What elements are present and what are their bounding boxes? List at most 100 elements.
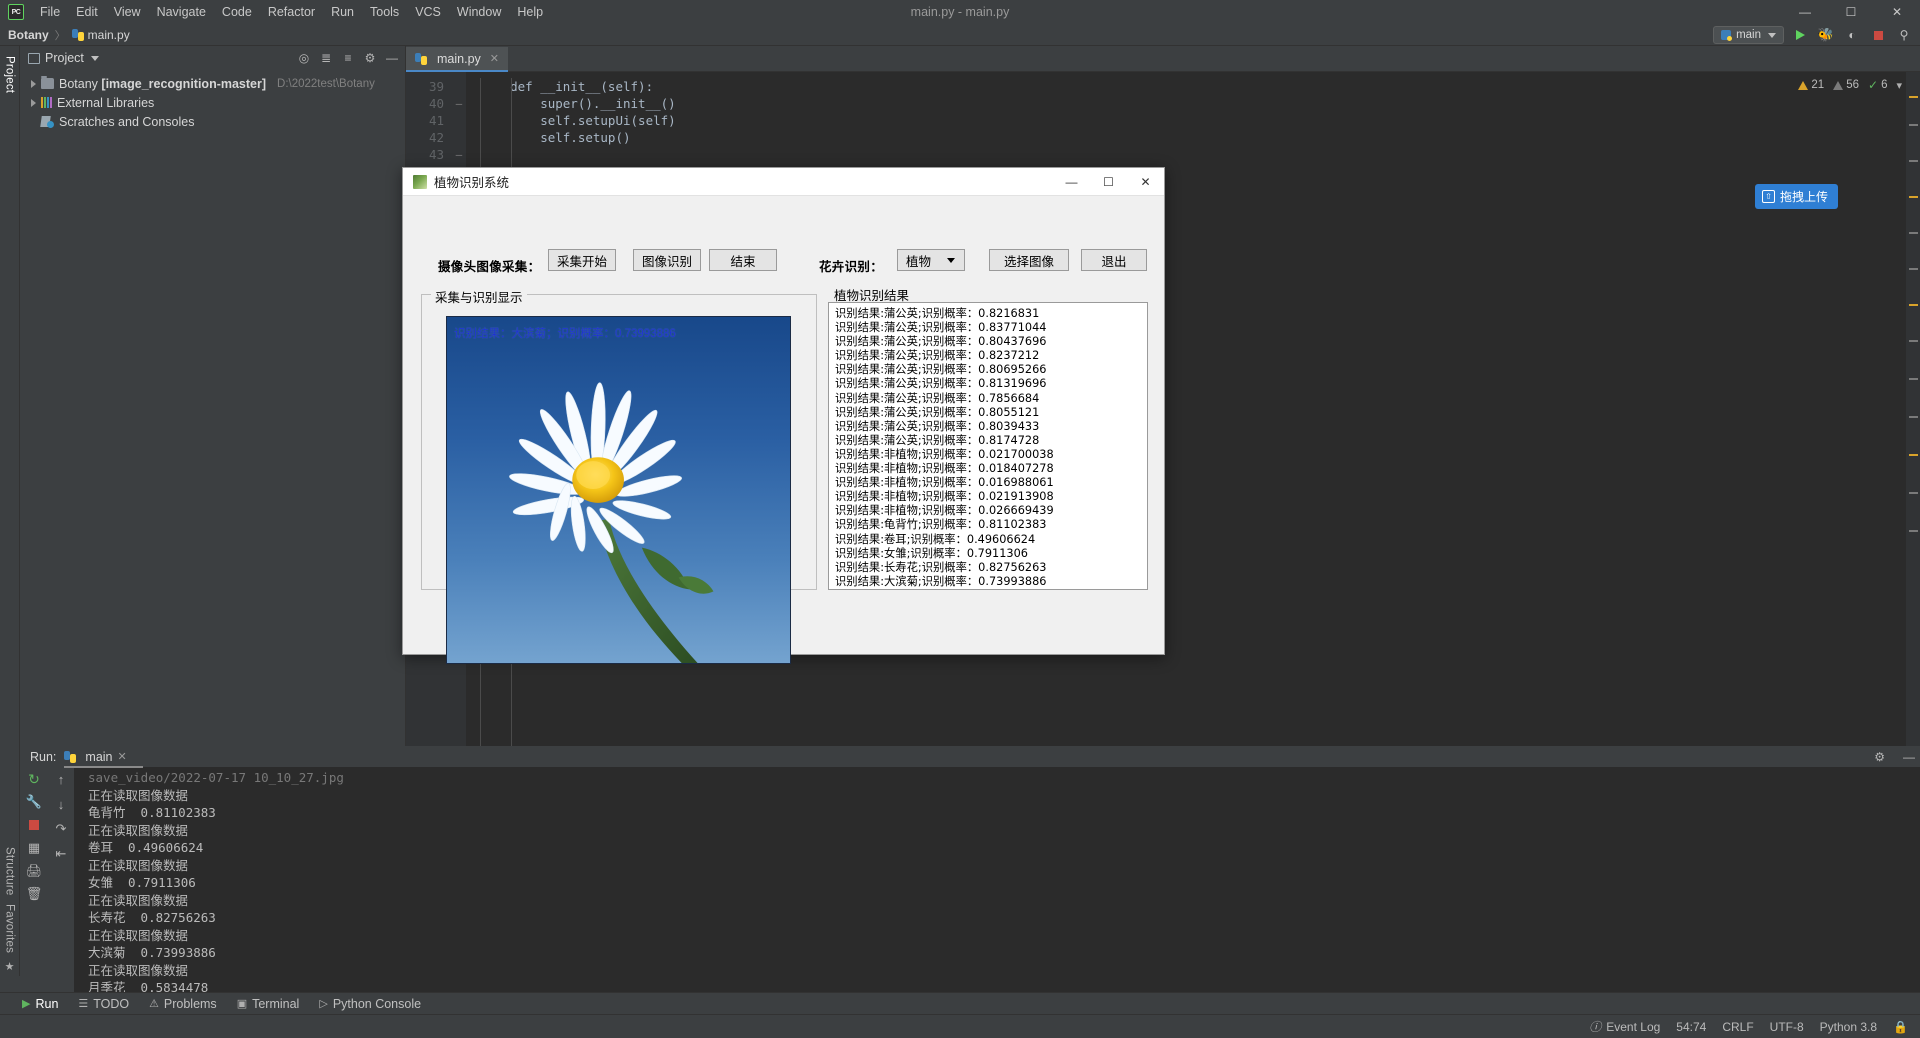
weak-warning-icon	[1833, 80, 1844, 90]
search-button[interactable]: ⚲	[1894, 26, 1914, 44]
end-button[interactable]: 结束	[709, 249, 777, 271]
menu-navigate[interactable]: Navigate	[149, 2, 214, 22]
upload-button[interactable]: ⇧ 拖拽上传	[1754, 184, 1838, 209]
console-output[interactable]: save_video/2022-07-17 10_10_27.jpg 正在读取图…	[74, 767, 1920, 1014]
gear-icon[interactable]: ⚙	[1869, 750, 1890, 764]
minimize-button[interactable]: —	[1782, 0, 1828, 24]
dialog-body: 摄像头图像采集： 采集开始 图像识别 结束 花卉识别： 植物 选择图像 退出 采…	[403, 196, 1164, 664]
bottom-tab-todo[interactable]: ☰ TODO	[78, 997, 129, 1011]
console-line: 卷耳 0.49606624	[88, 840, 204, 855]
close-button[interactable]: ✕	[1874, 0, 1920, 24]
chevron-right-icon[interactable]	[31, 98, 36, 107]
menu-refactor[interactable]: Refactor	[260, 2, 323, 22]
bottom-tab-run[interactable]: ▶ Run	[22, 997, 58, 1011]
image-recognize-button[interactable]: 图像识别	[633, 249, 701, 271]
stop-button[interactable]	[1868, 26, 1888, 44]
breadcrumb-file[interactable]: main.py	[71, 28, 130, 42]
image-overlay-text: 识别结果：大滨菊；识别概率：0.73993886	[454, 328, 676, 340]
close-tab-icon[interactable]: ✕	[490, 52, 499, 65]
menu-vcs[interactable]: VCS	[407, 2, 449, 22]
typo-count[interactable]: ✓ 6	[1868, 78, 1887, 92]
dialog-maximize-button[interactable]: ☐	[1090, 168, 1127, 196]
tool-window-structure[interactable]: Structure	[4, 843, 16, 899]
menu-tools[interactable]: Tools	[362, 2, 407, 22]
restore-layout-icon[interactable]: ▦	[28, 840, 40, 856]
category-dropdown-value: 植物	[906, 254, 932, 269]
fold-marker-icon[interactable]: ─	[452, 146, 466, 163]
gear-icon[interactable]: ⚙	[361, 49, 379, 67]
bottom-tab-problems[interactable]: ⚠ Problems	[149, 997, 217, 1011]
logo-text: PC	[11, 8, 21, 16]
collapse-all-icon[interactable]: ≡	[339, 49, 357, 67]
breadcrumb-project[interactable]: Botany	[8, 28, 49, 42]
category-dropdown[interactable]: 植物	[897, 249, 965, 271]
scroll-to-end-icon[interactable]: ⇤	[56, 846, 67, 862]
chevron-down-icon[interactable]: ▾	[1896, 79, 1902, 92]
capture-display-group-title: 采集与识别显示	[431, 287, 527, 306]
warning-count[interactable]: 21	[1798, 79, 1824, 91]
list-item: 识别结果:蒲公英;识别概率：0.8039433	[835, 419, 1040, 433]
debug-button[interactable]: 🐝	[1816, 26, 1836, 44]
expand-all-icon[interactable]: ≣	[317, 49, 335, 67]
hide-icon[interactable]: —	[1898, 750, 1920, 764]
tree-item-scratches[interactable]: Scratches and Consoles	[24, 112, 405, 131]
tree-item-external-libraries[interactable]: External Libraries	[24, 93, 405, 112]
print-icon[interactable]: 🖨	[26, 863, 43, 879]
results-listbox[interactable]: 识别结果:蒲公英;识别概率：0.8216831 识别结果:蒲公英;识别概率：0.…	[828, 302, 1148, 590]
soft-wrap-icon[interactable]: ↷	[56, 821, 67, 837]
close-run-tab-icon[interactable]: ✕	[118, 750, 127, 763]
bottom-tab-terminal[interactable]: ▣ Terminal	[237, 997, 300, 1011]
problems-icon: ⚠	[149, 998, 159, 1010]
menu-run[interactable]: Run	[323, 2, 362, 22]
tool-window-project[interactable]: Project	[4, 52, 16, 97]
dialog-minimize-button[interactable]: —	[1053, 168, 1090, 196]
rerun-icon[interactable]: ↻	[28, 771, 40, 787]
menu-file[interactable]: File	[32, 2, 68, 22]
menu-edit[interactable]: Edit	[68, 2, 106, 22]
locate-icon[interactable]: ◎	[295, 49, 313, 67]
caret-position[interactable]: 54:74	[1676, 1020, 1706, 1034]
coverage-button[interactable]: ◐	[1842, 26, 1862, 44]
editor-tab-main-py[interactable]: main.py ✕	[406, 47, 508, 72]
file-encoding[interactable]: UTF-8	[1770, 1020, 1804, 1034]
menu-help[interactable]: Help	[509, 2, 551, 22]
chevron-right-icon[interactable]	[31, 79, 36, 88]
dialog-close-button[interactable]: ✕	[1127, 168, 1164, 196]
fold-marker-icon[interactable]: ─	[452, 95, 466, 112]
line-separator[interactable]: CRLF	[1722, 1020, 1753, 1034]
run-tab-label: main	[85, 749, 113, 764]
tree-item-botany[interactable]: Botany [image_recognition-master] D:\202…	[24, 74, 405, 93]
scroll-down-icon[interactable]: ↓	[58, 796, 65, 812]
code-line: super().__init__()	[480, 96, 676, 111]
menu-code[interactable]: Code	[214, 2, 260, 22]
scroll-up-icon[interactable]: ↑	[58, 771, 65, 787]
console-line: 正在读取图像数据	[88, 822, 189, 838]
project-tree: Botany [image_recognition-master] D:\202…	[20, 70, 405, 131]
menu-window[interactable]: Window	[449, 2, 509, 22]
list-item: 识别结果:蒲公英;识别概率：0.8237212	[835, 349, 1040, 363]
wrench-icon[interactable]: 🔧	[26, 794, 42, 810]
maximize-button[interactable]: ☐	[1828, 0, 1874, 24]
python-config-icon	[1721, 30, 1733, 41]
bottom-tab-label: TODO	[93, 996, 130, 1011]
exit-button[interactable]: 退出	[1081, 249, 1147, 271]
trash-icon[interactable]: 🗑	[26, 886, 43, 902]
run-panel-header: Run: main ✕ ⚙ —	[20, 746, 1920, 768]
bottom-tab-python-console[interactable]: ▷ Python Console	[319, 997, 421, 1011]
event-log-button[interactable]: ⓘ Event Log	[1589, 1018, 1660, 1035]
project-panel-title[interactable]: Project	[28, 51, 99, 65]
run-configuration-selector[interactable]: main	[1713, 26, 1784, 44]
python-file-icon	[415, 52, 427, 65]
choose-image-button[interactable]: 选择图像	[989, 249, 1069, 271]
tool-window-favorites[interactable]: Favorites	[4, 900, 16, 957]
menu-view[interactable]: View	[106, 2, 149, 22]
lock-icon[interactable]: 🔒	[1893, 1020, 1908, 1034]
python-interpreter[interactable]: Python 3.8	[1820, 1020, 1877, 1034]
run-tab-main[interactable]: main ✕	[64, 749, 144, 768]
weak-warning-count[interactable]: 56	[1833, 79, 1859, 91]
hide-icon[interactable]: —	[383, 49, 401, 67]
run-button[interactable]	[1790, 26, 1810, 44]
inspection-summary[interactable]: 21 56 ✓ 6 ▾	[1798, 78, 1902, 92]
stop-button[interactable]	[29, 817, 39, 833]
start-capture-button[interactable]: 采集开始	[548, 249, 616, 271]
